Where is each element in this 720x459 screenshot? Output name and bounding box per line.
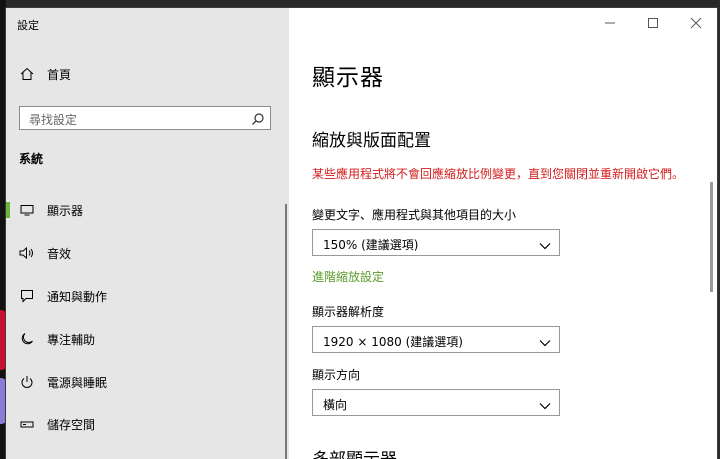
sidebar-item-label: 音效 [47, 246, 72, 261]
storage-icon [19, 416, 35, 432]
sidebar-item-label: 專注輔助 [47, 332, 96, 347]
orientation-value: 橫向 [323, 398, 348, 412]
resolution-label: 顯示器解析度 [312, 305, 385, 319]
multiple-displays-heading: 多部顯示器 [312, 445, 397, 459]
speaker-icon [19, 245, 35, 261]
power-icon [19, 374, 35, 390]
sidebar-item-notifications[interactable]: 通知與動作 [6, 276, 289, 316]
sidebar-item-label: 電源與睡眠 [47, 375, 108, 390]
scale-value: 150% (建議選項) [323, 238, 419, 252]
sidebar-item-sound[interactable]: 音效 [6, 233, 289, 273]
moon-icon [19, 331, 35, 347]
main-content: 顯示器 縮放與版面配置 某些應用程式將不會回應縮放比例變更，直到您關閉並重新開啟… [289, 8, 717, 459]
close-button[interactable] [689, 16, 703, 30]
notification-icon [19, 288, 35, 304]
scale-layout-heading: 縮放與版面配置 [312, 131, 431, 151]
resolution-value: 1920 × 1080 (建議選項) [323, 335, 463, 349]
sidebar-item-power-sleep[interactable]: 電源與睡眠 [6, 362, 289, 402]
monitor-icon [19, 202, 35, 218]
page-title: 顯示器 [312, 65, 384, 91]
close-icon [690, 17, 702, 29]
sidebar-item-label: 顯示器 [47, 203, 84, 218]
scaling-warning: 某些應用程式將不會回應縮放比例變更，直到您關閉並重新開啟它們。 [312, 167, 685, 181]
maximize-icon [648, 18, 658, 28]
minimize-button[interactable] [603, 16, 617, 30]
chevron-down-icon [539, 397, 551, 410]
orientation-label: 顯示方向 [312, 368, 361, 382]
sidebar-item-home[interactable]: 首頁 [6, 54, 289, 94]
search-icon [251, 111, 265, 125]
settings-window: 設定 首頁 尋找設定 系統 顯示器 音效 通知與動作 專注輔助 電源與睡眠 儲存… [6, 8, 717, 459]
sidebar-item-focus-assist[interactable]: 專注輔助 [6, 319, 289, 359]
orientation-dropdown[interactable]: 橫向 [312, 389, 560, 416]
section-heading: 系統 [19, 152, 44, 166]
home-icon [19, 66, 35, 82]
scale-dropdown[interactable]: 150% (建議選項) [312, 229, 560, 256]
chevron-down-icon [539, 237, 551, 250]
chevron-down-icon [539, 334, 551, 347]
sidebar-item-display[interactable]: 顯示器 [6, 190, 289, 230]
sidebar-item-label: 首頁 [47, 67, 72, 82]
window-title: 設定 [17, 19, 39, 32]
search-input[interactable]: 尋找設定 [19, 106, 271, 130]
sidebar-item-label: 通知與動作 [47, 289, 108, 304]
minimize-icon [605, 22, 615, 24]
advanced-scaling-link[interactable]: 進階縮放設定 [312, 268, 384, 285]
sidebar-item-label: 儲存空間 [47, 417, 96, 432]
desktop-background-top [0, 0, 720, 8]
content-scrollbar[interactable] [710, 182, 713, 292]
resolution-dropdown[interactable]: 1920 × 1080 (建議選項) [312, 326, 560, 353]
sidebar-item-storage[interactable]: 儲存空間 [6, 404, 289, 444]
search-placeholder: 尋找設定 [29, 113, 78, 127]
maximize-button[interactable] [646, 16, 660, 30]
sidebar-scrollbar[interactable] [285, 204, 287, 459]
sidebar: 設定 首頁 尋找設定 系統 顯示器 音效 通知與動作 專注輔助 電源與睡眠 儲存… [6, 8, 289, 459]
scale-label: 變更文字、應用程式與其他項目的大小 [312, 208, 517, 222]
